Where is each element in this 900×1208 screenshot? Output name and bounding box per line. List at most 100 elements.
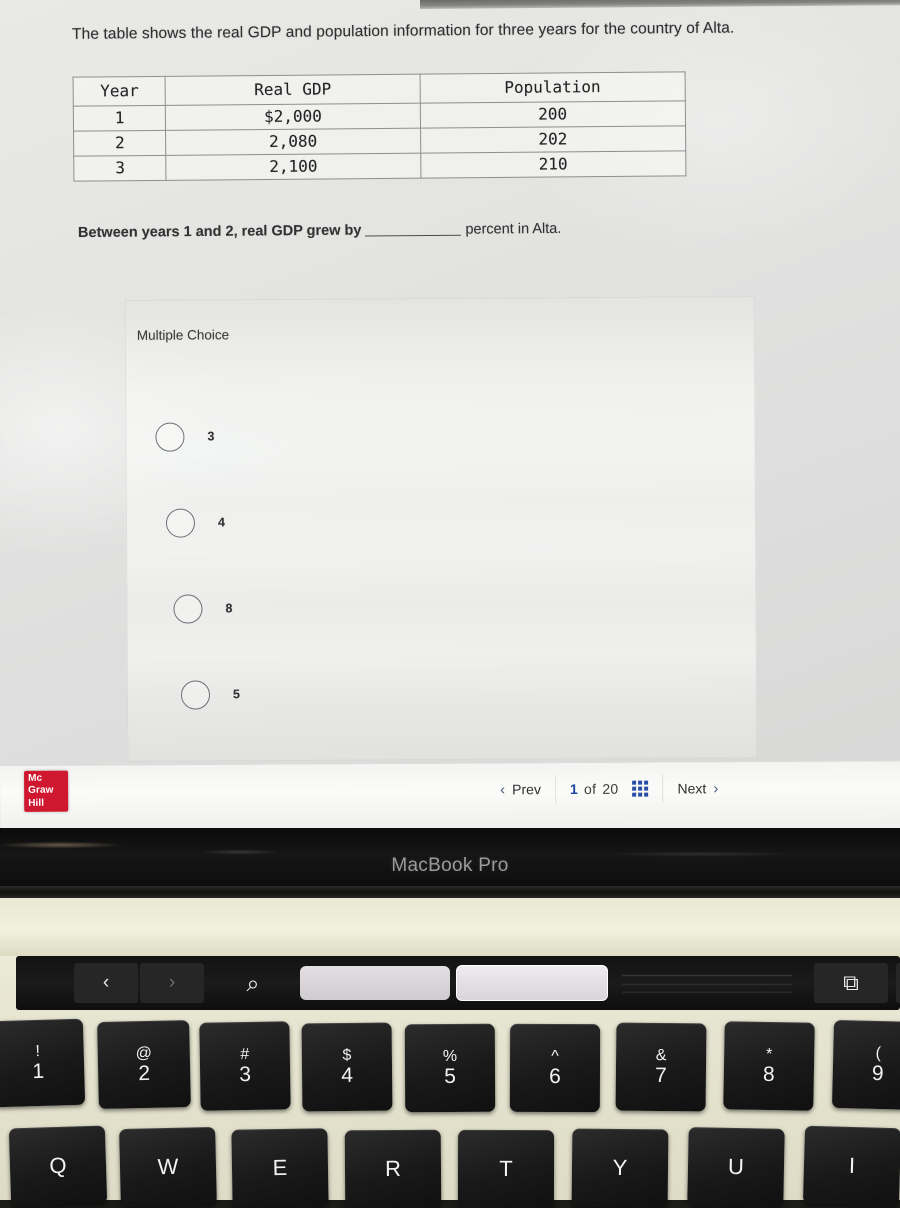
touchbar-new-tab-button[interactable]: ⧉ [814,963,888,1003]
option-label-4: 5 [232,687,241,702]
touchbar-suggestion-1[interactable] [300,966,450,1000]
key-y[interactable]: Y [571,1128,669,1208]
key-4[interactable]: $ 4 [301,1022,393,1112]
answer-choices-card: Multiple Choice 3 4 8 5 [124,296,758,762]
key-upper-glyph: $ [342,1046,352,1065]
key-glyph: U [727,1153,745,1180]
radio-button-option-4[interactable] [180,679,211,710]
key-glyph: Y [612,1154,628,1181]
column-header-real-gdp: Real GDP [165,74,420,106]
key-glyph: Q [49,1152,67,1179]
radio-button-option-2[interactable] [165,508,196,538]
question-navigation: ‹ Prev 1 of 20 Next › [500,774,718,804]
gdp-population-table: Year Real GDP Population 1 $2,000 200 2 … [72,71,687,182]
counter-total: 20 [602,780,619,797]
logo-line-3: Hill [28,797,45,809]
option-label-1: 3 [207,429,215,444]
logo-line-2: Graw [28,785,54,797]
counter-current: 1 [569,780,579,798]
answer-blank [365,234,462,237]
cell-year: 1 [73,105,167,132]
key-w[interactable]: W [119,1126,217,1208]
chevron-right-icon: › [168,972,176,993]
prompt-text-after: percent in Alta. [465,220,562,238]
table-row: 3 2,100 210 [73,150,686,182]
key-q[interactable]: Q [8,1125,108,1207]
laptop-body-lip [0,898,900,956]
key-5[interactable]: % 5 [404,1023,496,1113]
chevron-left-icon: ‹ [500,780,506,798]
key-6[interactable]: ^ 6 [509,1023,601,1113]
mcgraw-hill-logo: Mc Graw Hill [24,770,69,812]
option-row-2[interactable]: 4 [126,476,797,566]
macbook-pro-branding: MacBook Pro [391,855,509,876]
next-button[interactable]: Next › [677,780,718,797]
key-glyph: W [157,1153,179,1180]
touchbar-forward-button[interactable]: › [140,963,204,1003]
cell-year: 2 [73,130,167,157]
grid-view-icon[interactable] [632,780,649,797]
key-lower-glyph: 5 [444,1064,456,1089]
key-i[interactable]: I [802,1125,900,1207]
new-tab-icon: ⧉ [843,970,859,995]
cell-population: 200 [419,100,686,129]
key-9[interactable]: ( 9 [831,1019,900,1111]
touch-bar[interactable]: ‹ › ⌕ ⧉ [16,956,900,1010]
key-e[interactable]: E [231,1128,329,1208]
window-chrome-strip [420,0,900,9]
column-header-year: Year [73,76,166,107]
column-header-population: Population [419,71,686,104]
question-counter[interactable]: 1 of 20 [569,780,649,798]
cell-real-gdp: 2,100 [166,153,421,181]
cell-population: 210 [420,150,686,179]
key-lower-glyph: 4 [341,1063,354,1088]
logo-line-1: Mc [28,772,43,784]
key-lower-glyph: 6 [549,1064,561,1089]
key-u[interactable]: U [687,1127,785,1207]
key-lower-glyph: 3 [239,1062,252,1087]
key-glyph: R [384,1155,402,1182]
key-upper-glyph: ( [875,1044,882,1063]
key-upper-glyph: # [240,1045,250,1064]
cell-real-gdp: 2,080 [166,128,421,156]
key-r[interactable]: R [344,1129,442,1208]
nav-divider-right [662,774,664,803]
cell-year: 3 [73,155,167,182]
key-t[interactable]: T [457,1129,555,1208]
chevron-left-icon: ‹ [102,972,110,993]
option-row-1[interactable]: 3 [125,390,786,480]
key-upper-glyph: % [442,1047,458,1066]
touchbar-suggestion-2-active[interactable] [456,965,608,1001]
key-7[interactable]: & 7 [615,1022,707,1112]
prev-button[interactable]: ‹ Prev [500,781,541,798]
cell-real-gdp: $2,000 [165,103,421,131]
search-icon: ⌕ [246,969,260,996]
counter-of: of [583,780,597,797]
key-8[interactable]: * 8 [723,1021,815,1111]
key-lower-glyph: 7 [654,1063,667,1088]
key-1[interactable]: ! 1 [0,1018,86,1108]
key-upper-glyph: & [655,1046,667,1065]
key-lower-glyph: 1 [32,1059,45,1084]
option-row-3[interactable]: 8 [126,562,804,652]
radio-button-option-3[interactable] [173,593,203,624]
key-3[interactable]: # 3 [199,1021,291,1111]
touchbar-search-button[interactable]: ⌕ [210,963,296,1003]
touchbar-back-button[interactable]: ‹ [74,963,138,1003]
key-lower-glyph: 8 [762,1062,775,1087]
key-2[interactable]: @ 2 [97,1020,191,1109]
radio-button-option-1[interactable] [155,422,185,452]
question-stem: The table shows the real GDP and populat… [71,19,735,43]
option-row-4[interactable]: 5 [127,648,812,738]
prompt-text-before: Between years 1 and 2, real GDP grew by [77,222,362,242]
key-upper-glyph: ! [35,1042,41,1061]
cell-population: 202 [420,125,686,154]
key-glyph: E [272,1154,288,1181]
touchbar-faint-items [622,968,792,998]
quiz-footer-bar: Mc Graw Hill ‹ Prev 1 of 20 Next › [0,760,900,832]
touchbar-extra-button[interactable] [896,963,900,1003]
option-label-2: 4 [217,515,225,530]
fill-in-prompt: Between years 1 and 2, real GDP grew by p… [78,219,778,241]
key-upper-glyph: ^ [551,1047,559,1066]
key-upper-glyph: * [765,1045,773,1064]
